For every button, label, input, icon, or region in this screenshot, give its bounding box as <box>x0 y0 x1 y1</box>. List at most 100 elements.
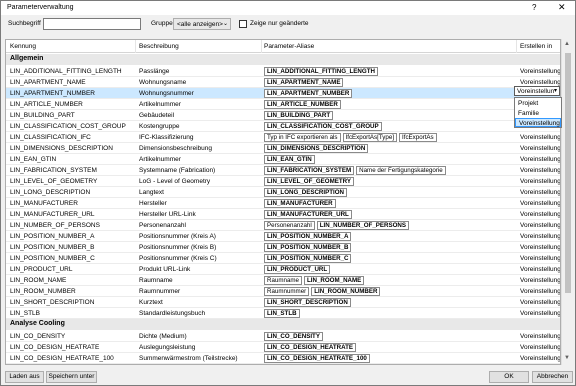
create-in-value[interactable]: Voreinstellung <box>520 156 560 163</box>
create-in-value[interactable]: Voreinstellung <box>520 145 560 152</box>
table-row[interactable]: LIN_PRODUCT_URL Produkt URL-Link LIN_PRODU… <box>6 264 560 275</box>
create-in-value[interactable]: Voreinstellung <box>520 222 560 229</box>
alias-tag[interactable]: LIN_CLASSIFICATION_COST_GROUP <box>264 122 382 131</box>
create-in-value[interactable]: Voreinstellung <box>520 277 560 284</box>
close-button[interactable]: ✕ <box>558 2 566 13</box>
table-row[interactable]: LIN_ADDITIONAL_FITTING_LENGTH Passlänge LI… <box>6 66 560 77</box>
table-row[interactable]: LIN_POSITION_NUMBER_B Positionsnummer (Kr… <box>6 242 560 253</box>
create-in-value[interactable]: Voreinstellung <box>520 200 560 207</box>
table-row[interactable]: LIN_DIMENSIONS_DESCRIPTION Dimensionsbesc… <box>6 143 560 154</box>
alias-tag[interactable]: LIN_DIMENSIONS_DESCRIPTION <box>264 144 369 153</box>
table-row[interactable]: LIN_BUILDING_PART Gebäudeteil LIN_BUILDING… <box>6 110 560 121</box>
table-row[interactable]: LIN_CO_DESIGN_HEATRATE Auslegungsleistung… <box>6 342 560 353</box>
alias-tag[interactable]: LIN_POSITION_NUMBER_A <box>264 232 352 241</box>
alias-tag[interactable]: LIN_APARTMENT_NUMBER <box>264 89 353 98</box>
alias-tag[interactable]: LIN_FABRICATION_SYSTEM <box>264 166 355 175</box>
table-row[interactable]: LIN_MANUFACTURER_URL Hersteller URL-Link L… <box>6 209 560 220</box>
create-in-value[interactable]: Voreinstellung <box>520 211 560 218</box>
create-in-select[interactable]: Voreinstellun ▾ <box>514 86 560 96</box>
cancel-button[interactable]: Abbrechen <box>532 371 573 383</box>
alias-tag[interactable]: LIN_PRODUCT_URL <box>264 265 331 274</box>
table-row[interactable]: LIN_ARTICLE_NUMBER Artikelnummer LIN_ARTIC… <box>6 99 560 110</box>
alias-tag[interactable]: LIN_NUMBER_OF_PERSONS <box>316 221 410 230</box>
alias-tag[interactable]: LIN_STLB <box>264 309 300 318</box>
scroll-down-icon[interactable]: ▼ <box>564 355 570 361</box>
alias-tag[interactable]: LIN_MANUFACTURER_URL <box>264 210 352 219</box>
alias-tag[interactable]: LIN_APARTMENT_NAME <box>264 78 344 87</box>
alias-tag[interactable]: IfcExportAs[Type] <box>342 133 397 142</box>
alias-tag[interactable]: LIN_POSITION_NUMBER_B <box>264 243 352 252</box>
dropdown-option-projekt[interactable]: Projekt <box>515 99 561 108</box>
create-in-value[interactable]: Voreinstellung <box>520 68 560 75</box>
create-in-value[interactable]: Voreinstellung <box>520 310 560 317</box>
table-row[interactable]: LIN_NUMBER_OF_PERSONS Personenanzahl Perso… <box>6 220 560 231</box>
table-row[interactable]: LIN_POSITION_NUMBER_A Positionsnummer (Kr… <box>6 231 560 242</box>
alias-tag[interactable]: LIN_LEVEL_OF_GEOMETRY <box>264 177 355 186</box>
alias-tag[interactable]: LIN_ROOM_NAME <box>303 276 365 285</box>
table-row[interactable]: LIN_CLASSIFICATION_IFC IFC-Klassifizierun… <box>6 132 560 143</box>
alias-tag[interactable]: LIN_CO_DESIGN_HEATRATE_100 <box>264 354 370 363</box>
ok-button[interactable]: OK <box>489 371 529 383</box>
create-in-value[interactable]: Voreinstellung <box>520 134 560 141</box>
table-row[interactable]: LIN_FABRICATION_SYSTEM Systemname (Fabric… <box>6 165 560 176</box>
column-header-kennung[interactable]: Kennung <box>10 43 36 50</box>
create-in-value[interactable]: Voreinstellung <box>520 299 560 306</box>
table-row[interactable]: LIN_CO_DENSITY Dichte (Medium) LIN_CO_DENS… <box>6 331 560 342</box>
alias-tag[interactable]: Raumname <box>264 276 302 285</box>
table-row[interactable]: LIN_STLB Standardleistungsbuch LIN_STLB Vor… <box>6 308 560 319</box>
column-header-aliases[interactable]: Parameter-Aliase <box>264 43 314 50</box>
table-row[interactable]: LIN_LEVEL_OF_GEOMETRY LoG - Level of Geom… <box>6 176 560 187</box>
alias-tag[interactable]: LIN_CO_DENSITY <box>264 332 323 341</box>
table-row[interactable]: LIN_ROOM_NAME Raumname Raumname LIN_ROOM_NA… <box>6 275 560 286</box>
table-row[interactable]: LIN_SHORT_DESCRIPTION Kurztext LIN_SHORT_D… <box>6 297 560 308</box>
dropdown-option-voreinstellung[interactable]: Voreinstellung <box>515 118 561 127</box>
create-in-value[interactable]: Voreinstellung <box>520 266 560 273</box>
column-header-create-in[interactable]: Erstellen in <box>520 43 552 50</box>
create-in-value[interactable]: Voreinstellung <box>520 244 560 251</box>
table-row[interactable]: LIN_APARTMENT_NAME Wohnungsname LIN_APARTM… <box>6 77 560 88</box>
alias-tag[interactable]: IfcExportAs <box>399 133 437 142</box>
alias-tag[interactable]: LIN_BUILDING_PART <box>264 111 334 120</box>
group-select[interactable]: <alle anzeigen> ⌄ <box>173 18 231 30</box>
scroll-thumb[interactable] <box>565 53 571 293</box>
alias-tag[interactable]: LIN_MANUFACTURER <box>264 199 336 208</box>
table-row[interactable]: LIN_CLASSIFICATION_COST_GROUP Kostengrupp… <box>6 121 560 132</box>
alias-tag[interactable]: LIN_ARTICLE_NUMBER <box>264 100 341 109</box>
table-row[interactable]: LIN_ROOM_NUMBER Raumnummer Raumnummer LIN_R… <box>6 286 560 297</box>
alias-tag[interactable]: Personenanzahl <box>264 221 315 230</box>
save-as-button[interactable]: Speichern unter ... <box>46 371 97 386</box>
alias-tag[interactable]: LIN_CO_DESIGN_HEATRATE <box>264 343 357 352</box>
table-row[interactable]: LIN_POSITION_NUMBER_C Positionsnummer (Kr… <box>6 253 560 264</box>
table-row[interactable]: LIN_EAN_GTIN Artikelnummer LIN_EAN_GTIN Vor… <box>6 154 560 165</box>
alias-tag[interactable]: LIN_ADDITIONAL_FITTING_LENGTH <box>264 67 378 76</box>
table-row[interactable]: LIN_CO_DESIGN_HEATRATE_100 Summenwärmestr… <box>6 353 560 364</box>
alias-tag[interactable]: LIN_LONG_DESCRIPTION <box>264 188 348 197</box>
create-in-value[interactable]: Voreinstellung <box>520 288 560 295</box>
dropdown-option-familie[interactable]: Familie <box>515 109 561 118</box>
alias-tag[interactable]: LIN_SHORT_DESCRIPTION <box>264 298 351 307</box>
alias-tag[interactable]: LIN_ROOM_NUMBER <box>311 287 381 296</box>
alias-tag[interactable]: Raumnummer <box>264 287 310 296</box>
alias-tag[interactable]: LIN_EAN_GTIN <box>264 155 315 164</box>
changed-only-checkbox[interactable] <box>239 20 247 28</box>
table-row[interactable]: LIN_APARTMENT_NUMBER Wohnungsnummer LIN_AP… <box>6 88 560 99</box>
column-header-beschreibung[interactable]: Beschreibung <box>139 43 179 50</box>
table-row[interactable]: LIN_MANUFACTURER Hersteller LIN_MANUFACTUR… <box>6 198 560 209</box>
table-row[interactable]: LIN_LONG_DESCRIPTION Langtext LIN_LONG_DES… <box>6 187 560 198</box>
create-in-value[interactable]: Voreinstellung <box>520 178 560 185</box>
vertical-scrollbar[interactable]: ▲ ▼ <box>561 39 573 365</box>
create-in-value[interactable]: Voreinstellung <box>520 167 560 174</box>
scroll-up-icon[interactable]: ▲ <box>564 41 570 47</box>
alias-tag[interactable]: Typ in IFC exportieren als <box>264 133 341 142</box>
load-from-button[interactable]: Laden aus ... <box>5 371 44 386</box>
create-in-value[interactable]: Voreinstellung <box>520 355 560 362</box>
alias-tag[interactable]: LIN_POSITION_NUMBER_C <box>264 254 352 263</box>
create-in-value[interactable]: Voreinstellung <box>520 79 560 86</box>
search-input[interactable] <box>43 18 141 30</box>
create-in-value[interactable]: Voreinstellung <box>520 233 560 240</box>
create-in-value[interactable]: Voreinstellung <box>520 333 560 340</box>
help-button[interactable]: ? <box>532 3 536 12</box>
create-in-value[interactable]: Voreinstellung <box>520 189 560 196</box>
create-in-value[interactable]: Voreinstellung <box>520 255 560 262</box>
alias-tag[interactable]: Name der Fertigungskategorie <box>356 166 446 175</box>
